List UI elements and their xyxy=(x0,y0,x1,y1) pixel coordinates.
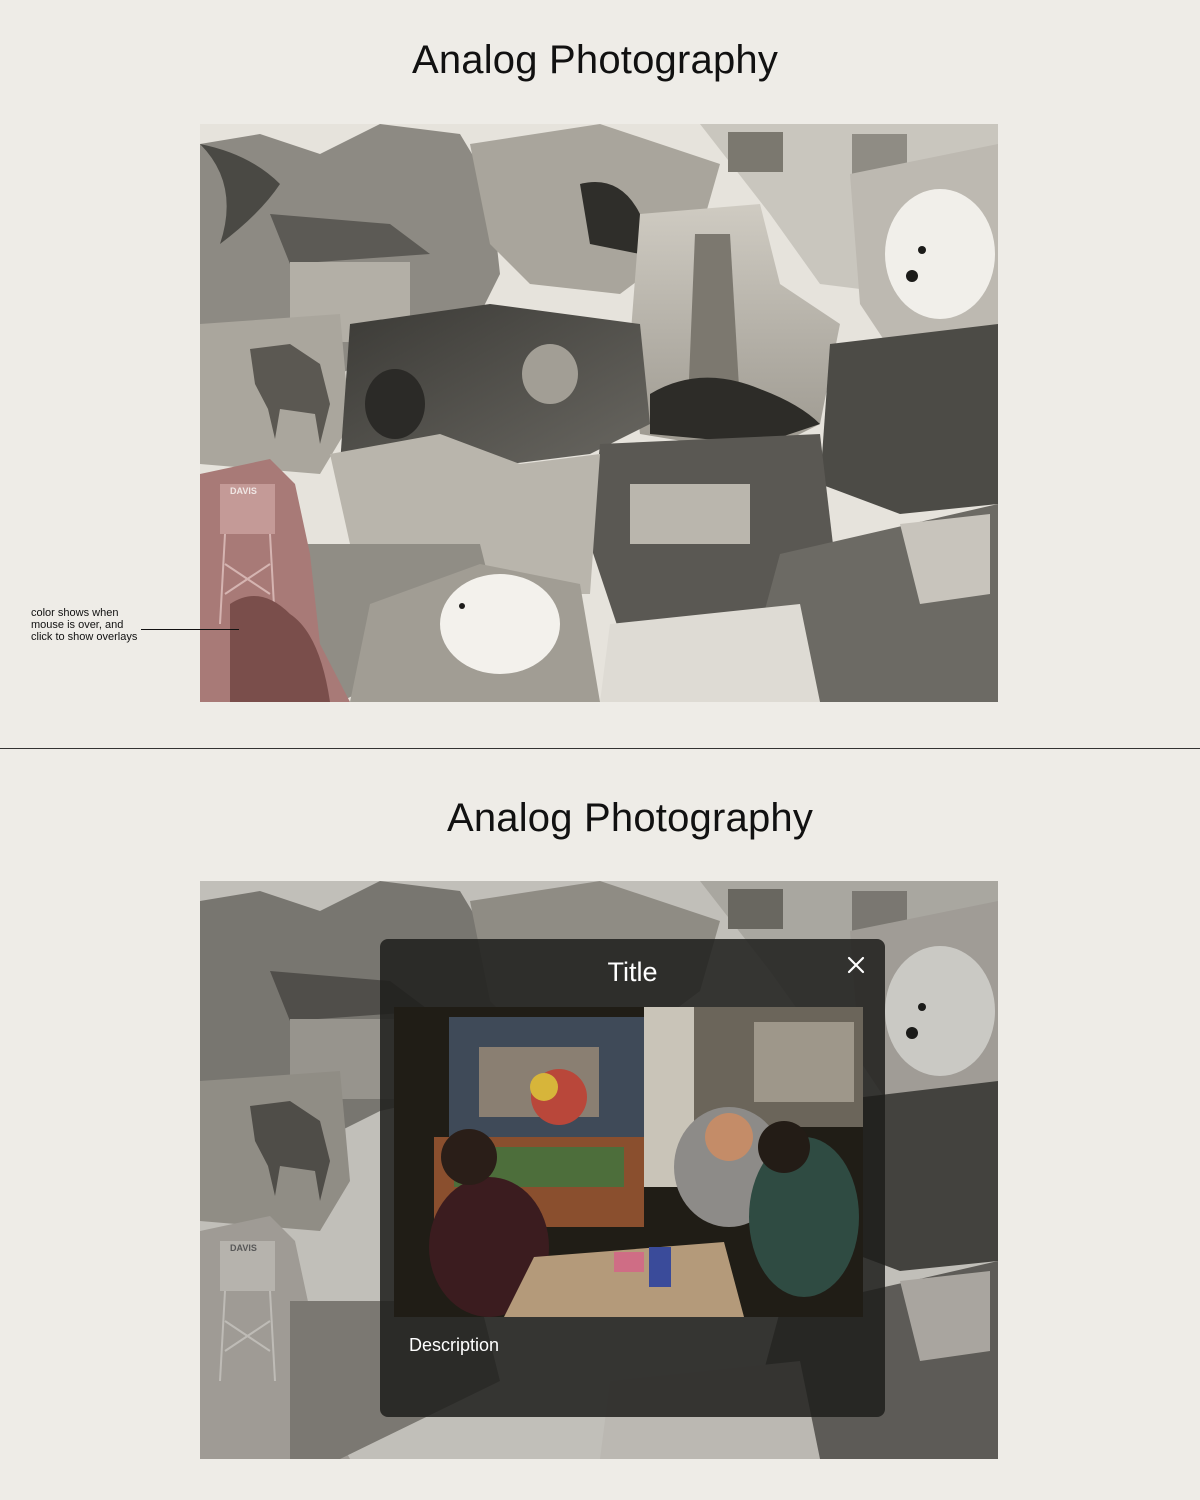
dog-head xyxy=(885,189,995,319)
woman-left-head xyxy=(441,1129,497,1185)
diner-left xyxy=(365,369,425,439)
cabinet-upper xyxy=(754,1022,854,1102)
family-dinner-photo xyxy=(394,1007,863,1317)
diner-right xyxy=(522,344,578,404)
page-title: Analog Photography xyxy=(446,796,814,840)
restaurant-window xyxy=(630,484,750,544)
annotation-line xyxy=(141,629,239,630)
annotation-note: color shows when mouse is over, and clic… xyxy=(31,607,138,643)
photo-modal: Title Description xyxy=(380,939,885,1417)
forest-photo xyxy=(820,324,998,514)
modal-photo xyxy=(394,1007,863,1317)
woman-right-head xyxy=(758,1121,810,1173)
modal-description: Description xyxy=(409,1335,500,1355)
section-divider xyxy=(0,748,1200,749)
flowers-yellow xyxy=(530,1073,558,1101)
close-icon[interactable] xyxy=(845,954,867,976)
photo-collage[interactable]: DAVIS xyxy=(200,124,998,702)
tower-sign: DAVIS xyxy=(230,486,257,496)
dog2-eye xyxy=(459,603,465,609)
dog-eye xyxy=(918,246,926,254)
drink-can xyxy=(649,1247,671,1287)
collage-artwork: DAVIS xyxy=(200,124,998,702)
painting-1 xyxy=(728,132,783,172)
modal-title: Title xyxy=(607,957,658,987)
cake xyxy=(614,1252,644,1272)
dog-nose xyxy=(906,270,918,282)
page-title: Analog Photography xyxy=(411,38,779,82)
man-head xyxy=(705,1113,753,1161)
dog2-body xyxy=(440,574,560,674)
